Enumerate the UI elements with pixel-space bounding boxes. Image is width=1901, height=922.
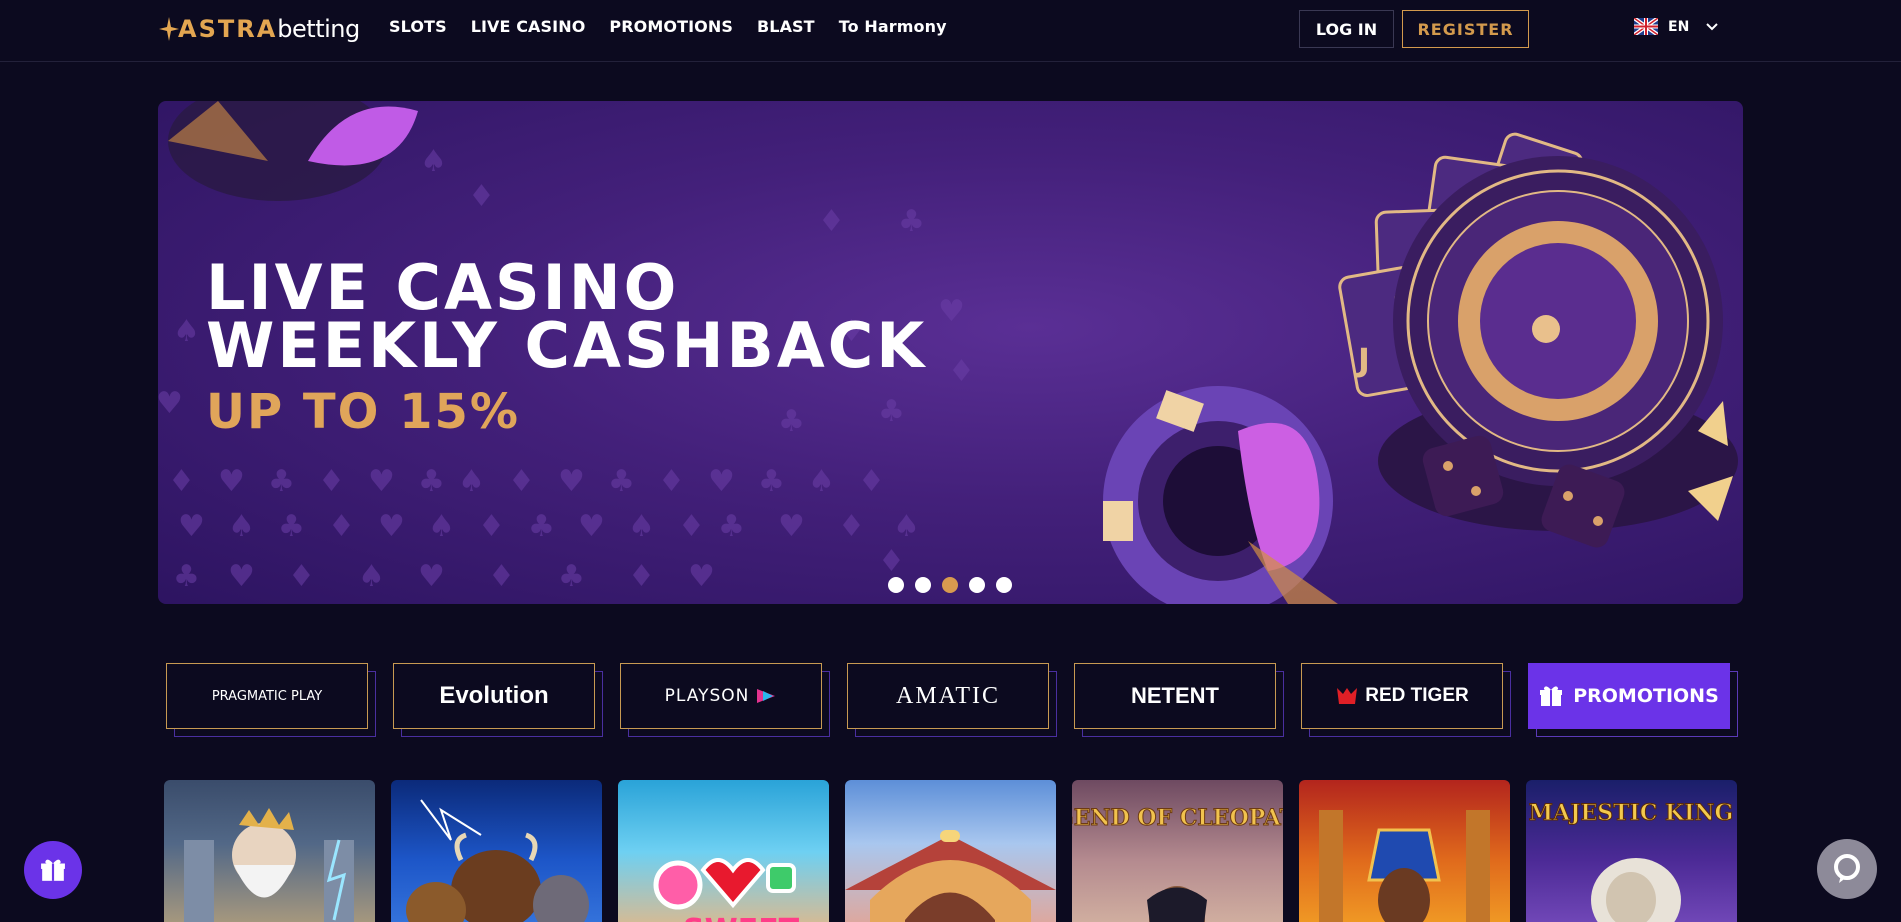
game-thumbnail: SWEET xyxy=(653,858,800,922)
nav-to-harmony[interactable]: To Harmony xyxy=(839,17,947,36)
register-button[interactable]: REGISTER xyxy=(1402,10,1529,48)
bonus-gift-button[interactable] xyxy=(24,841,82,899)
nav-live-casino[interactable]: LIVE CASINO xyxy=(471,17,586,36)
carousel-dot-5[interactable] xyxy=(996,577,1012,593)
provider-amatic[interactable]: AMATIC xyxy=(847,663,1057,737)
live-chat-button[interactable] xyxy=(1817,839,1877,899)
astrabetting-logo[interactable]: ASTRA betting xyxy=(158,12,360,46)
site-header: ASTRA betting SLOTS LIVE CASINO PROMOTIO… xyxy=(0,0,1901,62)
game-thumbnail xyxy=(1319,810,1490,922)
carousel-dot-2[interactable] xyxy=(915,577,931,593)
svg-text:J: J xyxy=(1356,341,1370,379)
provider-label: PRAGMATIC PLAY xyxy=(211,688,323,704)
star-icon xyxy=(159,17,179,41)
provider-list: PRAGMATIC PLAY Evolution PLAYSON AMATIC … xyxy=(166,663,1738,737)
language-code: EN xyxy=(1668,18,1690,35)
hero-banner[interactable]: ♠ ♦ ♠ ♥ ♦ ♥ ♣ ♦ ♥ ♣ ♠ ♦ ♥ ♣ ♦ ♥ ♣ ♠ ♦ ♥ ♠ ♣ ♦ ♥ ♠ ♦ ♣ ♥ ♠ ♦… xyxy=(158,101,1743,604)
provider-promotions[interactable]: PROMOTIONS xyxy=(1528,663,1738,737)
nav-blast[interactable]: BLAST xyxy=(757,17,815,36)
game-thumbnail xyxy=(184,808,354,922)
game-thumbnail xyxy=(406,799,589,922)
game-card-buffalo[interactable] xyxy=(391,780,602,922)
chat-bubble-icon xyxy=(1834,854,1860,883)
carousel-dots xyxy=(888,577,1012,593)
logo-astra-text: ASTRA xyxy=(178,15,278,43)
provider-label: PROMOTIONS xyxy=(1573,685,1719,707)
uk-flag-icon xyxy=(1634,18,1658,35)
banner-title: LIVE CASINO WEEKLY CASHBACK xyxy=(206,257,928,382)
provider-netent[interactable]: NETENT xyxy=(1074,663,1284,737)
game-grid: SWEET LEGEND OF CLEOPATRA MAJESTIC KING xyxy=(164,780,1737,922)
game-card-queen-of-gold[interactable] xyxy=(1299,780,1510,922)
game-title: LEGEND OF CLEOPATRA xyxy=(1072,805,1283,831)
provider-label: RED TIGER xyxy=(1365,685,1469,706)
banner-title-line2: WEEKLY CASHBACK xyxy=(206,309,928,382)
provider-label: NETENT xyxy=(1131,683,1219,708)
provider-label: AMATIC xyxy=(895,682,1000,709)
language-selector[interactable]: EN xyxy=(1634,18,1719,35)
game-card-dog-house[interactable] xyxy=(845,780,1056,922)
chevron-down-icon xyxy=(1706,22,1718,30)
gift-icon xyxy=(41,859,65,881)
game-card-legend-of-cleopatra[interactable]: LEGEND OF CLEOPATRA xyxy=(1072,780,1283,922)
carousel-dot-4[interactable] xyxy=(969,577,985,593)
red-tiger-icon xyxy=(1337,688,1358,704)
banner-subtitle: UP TO 15% xyxy=(206,384,521,440)
game-card-sweet-bonanza[interactable]: SWEET xyxy=(618,780,829,922)
provider-red-tiger[interactable]: RED TIGER xyxy=(1301,663,1511,737)
game-title: SWEET xyxy=(683,913,800,922)
game-title: MAJESTIC KING xyxy=(1529,800,1734,826)
provider-pragmatic-play[interactable]: PRAGMATIC PLAY xyxy=(166,663,376,737)
game-thumbnail xyxy=(845,830,1056,922)
provider-label: Evolution xyxy=(439,682,549,709)
carousel-dot-1[interactable] xyxy=(888,577,904,593)
logo-betting-text: betting xyxy=(277,15,360,43)
nav-slots[interactable]: SLOTS xyxy=(389,17,447,36)
provider-evolution[interactable]: Evolution xyxy=(393,663,603,737)
login-button[interactable]: LOG IN xyxy=(1299,10,1394,48)
game-thumbnail: LEGEND OF CLEOPATRA xyxy=(1072,805,1283,922)
playson-play-icon xyxy=(757,689,776,703)
nav-promotions[interactable]: PROMOTIONS xyxy=(609,17,733,36)
gift-icon xyxy=(1540,686,1563,706)
main-nav: SLOTS LIVE CASINO PROMOTIONS BLAST To Ha… xyxy=(389,17,947,36)
carousel-dot-3[interactable] xyxy=(942,577,958,593)
game-card-majestic-king[interactable]: MAJESTIC KING xyxy=(1526,780,1737,922)
provider-playson[interactable]: PLAYSON xyxy=(620,663,830,737)
game-card-gates-of-olympus[interactable] xyxy=(164,780,375,922)
provider-label: PLAYSON xyxy=(664,686,750,706)
game-thumbnail: MAJESTIC KING xyxy=(1528,800,1734,922)
